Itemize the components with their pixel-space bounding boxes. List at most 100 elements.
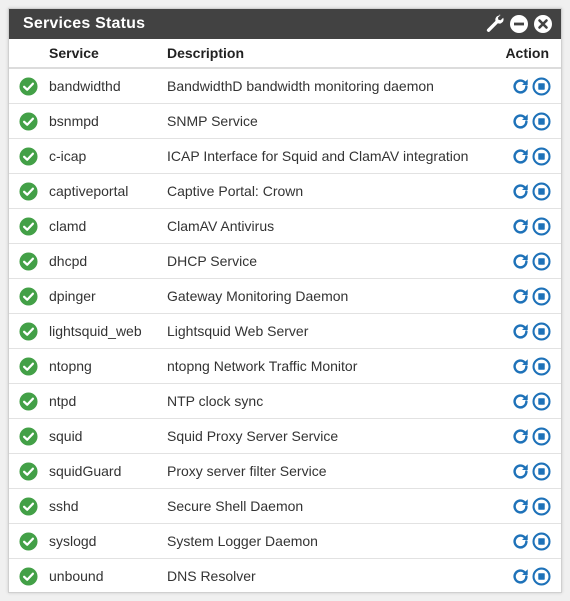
- restart-icon[interactable]: [511, 182, 530, 201]
- stop-icon[interactable]: [532, 461, 551, 481]
- check-circle-icon: [19, 531, 38, 551]
- restart-icon[interactable]: [511, 357, 530, 376]
- action-cell: [479, 208, 561, 244]
- restart-icon[interactable]: [511, 287, 530, 306]
- check-circle-icon: [19, 181, 38, 201]
- action-cell: [479, 523, 561, 559]
- service-name: clamd: [49, 208, 167, 244]
- check-circle-icon: [19, 356, 38, 376]
- stop-icon[interactable]: [532, 146, 551, 166]
- stop-icon[interactable]: [532, 251, 551, 271]
- action-column-header: Action: [479, 39, 561, 69]
- restart-icon[interactable]: [511, 427, 530, 446]
- check-circle-icon: [19, 321, 38, 341]
- service-name: c-icap: [49, 138, 167, 174]
- services-table: Service Description Action bandwidthd Ban…: [9, 39, 561, 593]
- service-description: ICAP Interface for Squid and ClamAV inte…: [167, 138, 479, 174]
- action-cell: [479, 348, 561, 384]
- service-description: NTP clock sync: [167, 383, 479, 419]
- restart-icon[interactable]: [511, 217, 530, 236]
- service-description: Squid Proxy Server Service: [167, 418, 479, 454]
- status-cell: [9, 313, 49, 349]
- stop-icon[interactable]: [532, 216, 551, 236]
- check-circle-icon: [19, 391, 38, 411]
- restart-icon[interactable]: [511, 567, 530, 586]
- stop-icon[interactable]: [532, 426, 551, 446]
- service-name: bandwidthd: [49, 68, 167, 104]
- service-description: ntopng Network Traffic Monitor: [167, 348, 479, 384]
- service-name: ntopng: [49, 348, 167, 384]
- stop-icon[interactable]: [532, 111, 551, 131]
- restart-icon[interactable]: [511, 462, 530, 481]
- restart-icon[interactable]: [511, 392, 530, 411]
- status-cell: [9, 418, 49, 454]
- table-row: bandwidthd BandwidthD bandwidth monitorin…: [9, 68, 561, 104]
- service-name: squidGuard: [49, 453, 167, 489]
- restart-icon[interactable]: [511, 497, 530, 516]
- table-row: ntpd NTP clock sync: [9, 383, 561, 419]
- restart-icon[interactable]: [511, 147, 530, 166]
- status-cell: [9, 173, 49, 209]
- table-header-row: Service Description Action: [9, 39, 561, 69]
- stop-icon[interactable]: [532, 286, 551, 306]
- stop-icon[interactable]: [532, 496, 551, 516]
- check-circle-icon: [19, 111, 38, 131]
- service-description: BandwidthD bandwidth monitoring daemon: [167, 68, 479, 104]
- wrench-icon[interactable]: [485, 14, 505, 34]
- restart-icon[interactable]: [511, 532, 530, 551]
- stop-icon[interactable]: [532, 321, 551, 341]
- status-cell: [9, 383, 49, 419]
- status-column-header: [9, 39, 49, 69]
- widget-header: Services Status: [9, 9, 561, 39]
- status-cell: [9, 453, 49, 489]
- status-cell: [9, 138, 49, 174]
- status-cell: [9, 559, 49, 594]
- action-cell: [479, 278, 561, 314]
- table-row: captiveportal Captive Portal: Crown: [9, 173, 561, 209]
- table-row: squid Squid Proxy Server Service: [9, 418, 561, 454]
- status-cell: [9, 348, 49, 384]
- service-description: DNS Resolver: [167, 568, 256, 584]
- service-name: unbound: [49, 568, 104, 584]
- table-row: dhcpd DHCP Service: [9, 243, 561, 279]
- service-description: Secure Shell Daemon: [167, 488, 479, 524]
- table-row: ntopng ntopng Network Traffic Monitor: [9, 348, 561, 384]
- stop-icon[interactable]: [532, 531, 551, 551]
- service-description: Captive Portal: Crown: [167, 173, 479, 209]
- service-description: DHCP Service: [167, 243, 479, 279]
- close-icon[interactable]: [533, 14, 553, 34]
- restart-icon[interactable]: [511, 252, 530, 271]
- check-circle-icon: [19, 461, 38, 481]
- restart-icon[interactable]: [511, 77, 530, 96]
- minimize-icon[interactable]: [509, 14, 529, 34]
- table-row: syslogd System Logger Daemon: [9, 523, 561, 559]
- table-row: clamd ClamAV Antivirus: [9, 208, 561, 244]
- stop-icon[interactable]: [532, 76, 551, 96]
- status-cell: [9, 243, 49, 279]
- table-row: squidGuard Proxy server filter Service: [9, 453, 561, 489]
- stop-icon[interactable]: [532, 391, 551, 411]
- service-column-header: Service: [49, 39, 167, 69]
- service-description: System Logger Daemon: [167, 523, 479, 559]
- widget-title: Services Status: [23, 15, 146, 32]
- table-row: sshd Secure Shell Daemon: [9, 488, 561, 524]
- service-description: ClamAV Antivirus: [167, 208, 479, 244]
- stop-icon[interactable]: [532, 181, 551, 201]
- action-cell: [479, 173, 561, 209]
- check-circle-icon: [19, 251, 38, 271]
- restart-icon[interactable]: [511, 112, 530, 131]
- services-status-widget: Services Status Service Description Acti…: [8, 8, 562, 593]
- stop-icon[interactable]: [532, 356, 551, 376]
- service-name: lightsquid_web: [49, 313, 167, 349]
- service-name: dhcpd: [49, 243, 167, 279]
- services-table-body: bandwidthd BandwidthD bandwidth monitorin…: [9, 68, 561, 593]
- check-circle-icon: [19, 496, 38, 516]
- check-circle-icon: [19, 216, 38, 236]
- stop-icon[interactable]: [532, 566, 551, 586]
- action-cell: [479, 488, 561, 524]
- service-description: Lightsquid Web Server: [167, 313, 479, 349]
- check-circle-icon: [19, 566, 38, 586]
- service-name: sshd: [49, 488, 167, 524]
- action-cell: [479, 453, 561, 489]
- restart-icon[interactable]: [511, 322, 530, 341]
